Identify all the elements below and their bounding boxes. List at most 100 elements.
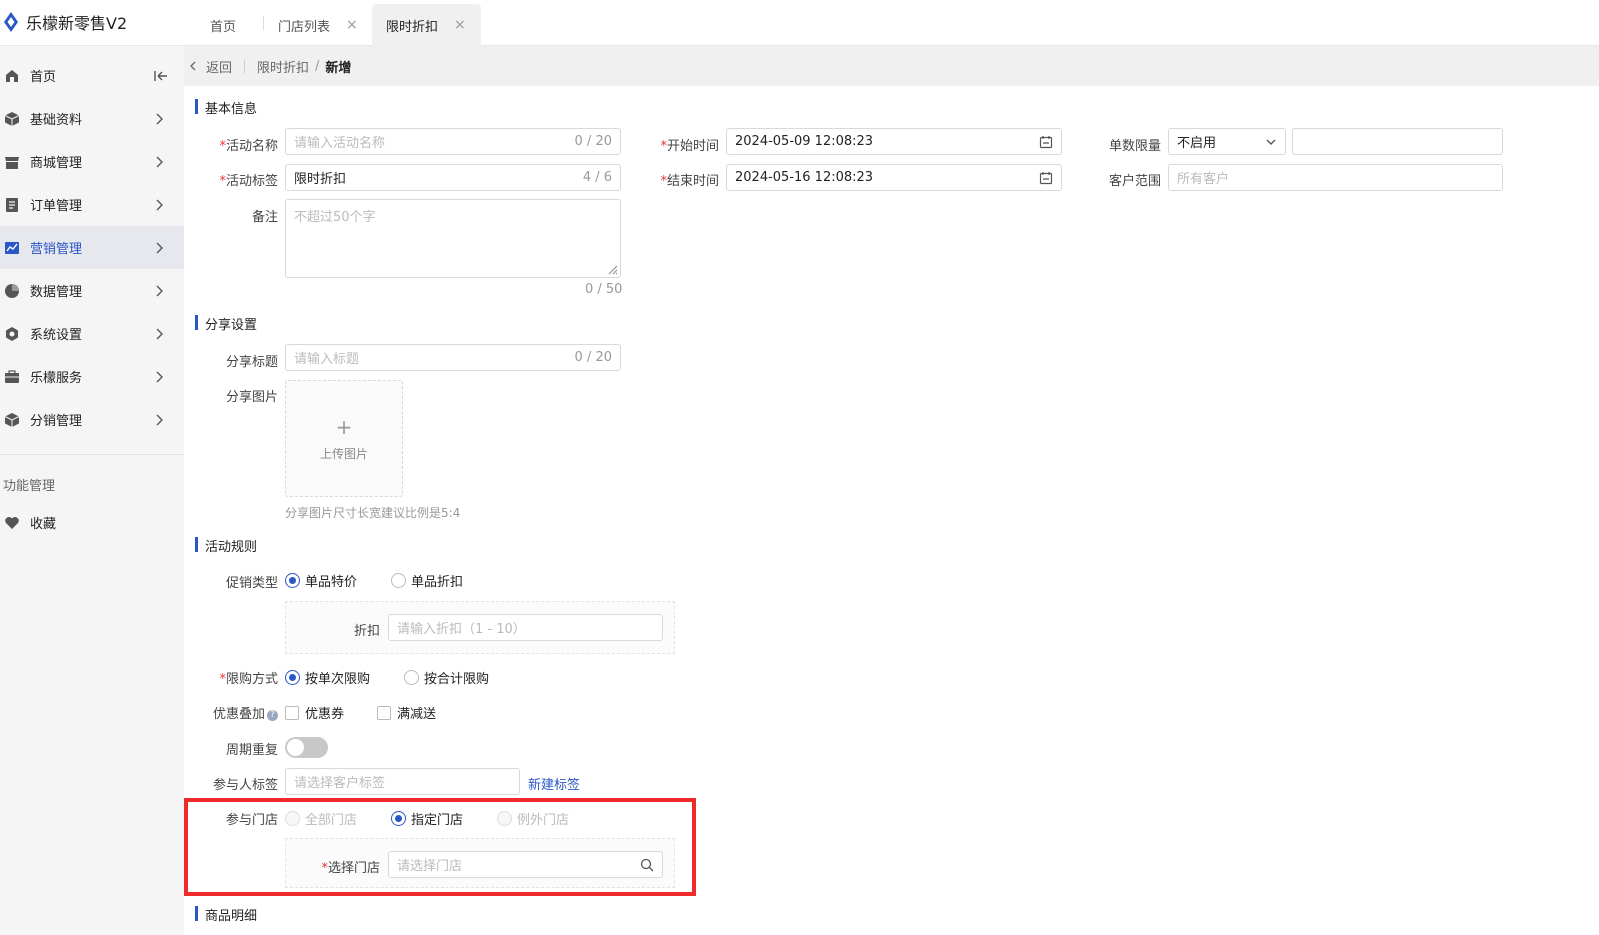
section-title-basic: 基本信息 (195, 98, 257, 117)
sidebar-item-marketing[interactable]: 营销管理 (0, 226, 184, 269)
box-icon (4, 412, 20, 427)
chevron-right-icon (156, 285, 163, 296)
upload-label: 上传图片 (319, 447, 368, 461)
select-store-label: *选择门店 (321, 861, 380, 876)
sidebar-item-label: 收藏 (30, 517, 57, 532)
breadcrumb-parent[interactable]: 限时折扣 (257, 57, 309, 76)
help-icon[interactable]: ? (267, 710, 278, 721)
upload-image-button[interactable]: + 上传图片 (285, 380, 403, 497)
sidebar-item-mall[interactable]: 商城管理 (0, 140, 184, 183)
home-icon (6, 69, 18, 82)
tab-flash-discount[interactable]: 限时折扣 × (372, 4, 481, 46)
checkbox-full-reduction[interactable]: 满减送 (377, 703, 436, 722)
store-search-input[interactable]: 请选择门店 (388, 851, 663, 878)
breadcrumb-current: 新增 (325, 60, 352, 76)
chevron-right-icon (156, 199, 163, 210)
chevron-right-icon (156, 414, 163, 425)
checkbox-coupon[interactable]: 优惠券 (285, 703, 344, 722)
sidebar-item-label: 基础资料 (30, 113, 83, 128)
chevron-right-icon (156, 113, 163, 124)
start-time-label: *开始时间 (660, 139, 719, 154)
radio-single-discount[interactable]: 单品折扣 (391, 571, 463, 590)
radio-single-special-price[interactable]: 单品特价 (285, 571, 357, 590)
top-bar: 乐檬新零售V2 首页 门店列表 × 限时折扣 × (0, 0, 1599, 46)
radio-all-stores[interactable]: 全部门店 (285, 809, 357, 828)
breadcrumb-divider (244, 59, 246, 73)
section-title-rules: 活动规则 (195, 536, 257, 555)
activity-name-label: *活动名称 (219, 139, 278, 154)
order-limit-input[interactable] (1292, 128, 1503, 155)
participant-tag-label: 参与人标签 (212, 778, 278, 793)
sidebar-item-label: 数据管理 (30, 285, 83, 300)
calendar-icon (1039, 135, 1053, 148)
chevron-right-icon (156, 242, 163, 253)
sidebar-item-basic-data[interactable]: 基础资料 (0, 97, 184, 140)
char-count: 0 / 20 (574, 350, 612, 365)
close-icon[interactable]: × (454, 17, 466, 33)
heart-icon (5, 516, 19, 529)
chevron-right-icon (156, 371, 163, 382)
back-button[interactable]: 返回 (188, 57, 232, 76)
share-title-input[interactable]: 请输入标题 0 / 20 (285, 344, 621, 371)
sidebar-item-data[interactable]: 数据管理 (0, 269, 184, 312)
chevron-right-icon (156, 328, 163, 339)
section-title-share: 分享设置 (195, 314, 257, 333)
promo-type-label: 促销类型 (225, 576, 278, 591)
tab-label: 限时折扣 (386, 19, 439, 35)
tab-store-list[interactable]: 门店列表 × (264, 4, 372, 46)
tab-label: 首页 (210, 19, 237, 35)
sidebar-item-services[interactable]: 乐檬服务 (0, 355, 184, 398)
tab-home[interactable]: 首页 (196, 4, 250, 46)
start-time-picker[interactable]: 2024-05-09 12:08:23 (726, 128, 1062, 155)
end-time-picker[interactable]: 2024-05-16 12:08:23 (726, 164, 1062, 191)
sidebar-item-home[interactable]: 首页 (0, 54, 184, 97)
briefcase-icon (5, 369, 19, 383)
share-image-label: 分享图片 (225, 390, 278, 405)
new-tag-link[interactable]: 新建标签 (528, 774, 580, 793)
radio-excluded-stores[interactable]: 例外门店 (497, 809, 569, 828)
customer-tag-select[interactable]: 请选择客户标签 (285, 768, 520, 795)
discount-label: 折扣 (353, 624, 380, 639)
sidebar-item-label: 系统设置 (30, 328, 83, 343)
activity-tag-label: *活动标签 (219, 174, 278, 189)
radio-specified-stores[interactable]: 指定门店 (391, 809, 463, 828)
radio-limit-total[interactable]: 按合计限购 (404, 668, 489, 687)
close-icon[interactable]: × (346, 17, 358, 33)
sidebar-divider (0, 454, 184, 455)
discount-input[interactable]: 请输入折扣（1 - 10） (388, 614, 663, 641)
resize-handle-icon[interactable] (606, 263, 618, 275)
sidebar-item-label: 乐檬服务 (30, 371, 83, 386)
sidebar-item-label: 营销管理 (30, 242, 83, 257)
remark-textarea[interactable]: 不超过50个字 (285, 199, 621, 278)
shop-icon (5, 156, 19, 169)
tab-label: 门店列表 (278, 19, 331, 35)
sidebar-item-label: 商城管理 (30, 156, 83, 171)
share-title-label: 分享标题 (225, 355, 278, 370)
sidebar-item-settings[interactable]: 系统设置 (0, 312, 184, 355)
sidebar-item-favorites[interactable]: 收藏 (0, 501, 184, 544)
chart-icon (5, 241, 19, 254)
activity-name-input[interactable]: 请输入活动名称 0 / 20 (285, 128, 621, 155)
section-title-goods: 商品明细 (195, 905, 257, 924)
customer-scope-input[interactable]: 所有客户 (1168, 164, 1503, 191)
order-limit-select[interactable]: 不启用 (1168, 128, 1286, 155)
app-logo[interactable]: 乐檬新零售V2 (4, 10, 127, 34)
document-icon (6, 197, 18, 212)
search-icon[interactable] (640, 858, 654, 872)
breadcrumb-separator: / (315, 58, 320, 74)
chevron-left-icon (190, 61, 196, 71)
sidebar-item-orders[interactable]: 订单管理 (0, 183, 184, 226)
customer-scope-label: 客户范围 (1108, 174, 1161, 189)
radio-limit-per-order[interactable]: 按单次限购 (285, 668, 370, 687)
chevron-right-icon (156, 156, 163, 167)
app-title: 乐檬新零售V2 (26, 14, 128, 33)
sidebar-item-distribution[interactable]: 分销管理 (0, 398, 184, 441)
repeat-toggle[interactable] (285, 737, 328, 758)
sidebar-item-label: 分销管理 (30, 414, 83, 429)
sidebar-group-label: 功能管理 (3, 479, 56, 494)
plus-icon: + (335, 415, 353, 439)
activity-tag-input[interactable]: 限时折扣 4 / 6 (285, 164, 621, 191)
participating-stores-label: 参与门店 (225, 813, 278, 828)
limit-mode-label: *限购方式 (219, 672, 278, 687)
sidebar: 首页 基础资料 商城管理 订单管理 营销管理 数据管理 系统设置 乐檬服务 分销… (0, 46, 184, 935)
